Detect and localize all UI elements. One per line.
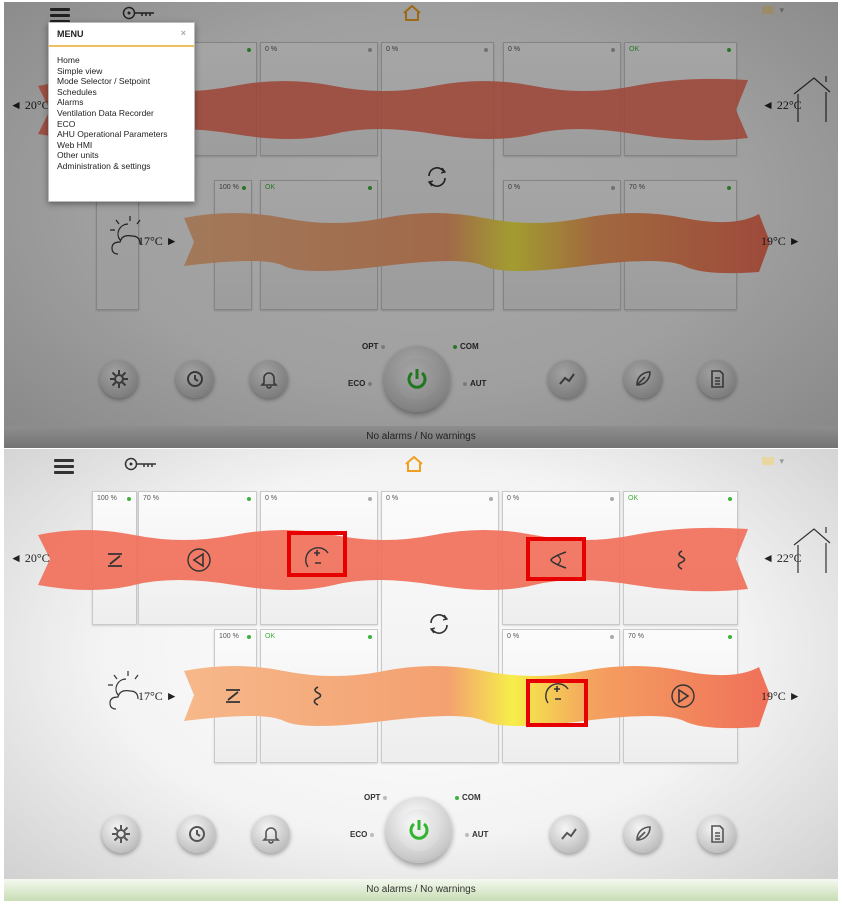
extract-fan-icon[interactable] bbox=[184, 545, 214, 575]
status-dot bbox=[368, 635, 372, 639]
weather-icon bbox=[108, 671, 139, 710]
tile-value: 100 % bbox=[97, 495, 117, 502]
menu-item-eco[interactable]: ECO bbox=[57, 119, 186, 130]
settings-button[interactable] bbox=[102, 815, 140, 853]
main-menu: MENU × Home Simple view Mode Selector / S… bbox=[48, 22, 195, 202]
mode-eco-label: ECO bbox=[350, 830, 368, 839]
menu-item-alarms[interactable]: Alarms bbox=[57, 97, 186, 108]
status-dot bbox=[489, 497, 493, 501]
close-icon[interactable]: × bbox=[181, 28, 186, 38]
highlight-heat-recovery bbox=[287, 531, 347, 577]
menu-item-home[interactable]: Home bbox=[57, 55, 186, 66]
highlight-heater bbox=[526, 679, 588, 727]
tile-value: 0 % bbox=[507, 633, 520, 640]
mode-aut-dot bbox=[465, 832, 469, 837]
history-button[interactable] bbox=[178, 815, 216, 853]
mode-opt-dot bbox=[383, 795, 388, 800]
status-dot bbox=[610, 497, 614, 501]
home-icon[interactable] bbox=[404, 455, 424, 473]
tile-value: 0 % bbox=[265, 495, 278, 502]
menu-item-simple-view[interactable]: Simple view bbox=[57, 66, 186, 77]
extract-temp: ◄ 20°C bbox=[10, 551, 50, 565]
menu-item-administration[interactable]: Administration & settings bbox=[57, 161, 186, 172]
menu-item-schedules[interactable]: Schedules bbox=[57, 87, 186, 98]
trend-button[interactable] bbox=[550, 815, 588, 853]
supply-filter-icon[interactable] bbox=[302, 681, 332, 711]
language-flag-icon[interactable] bbox=[762, 457, 774, 465]
mode-opt[interactable]: OPT bbox=[364, 793, 390, 802]
power-icon bbox=[409, 820, 429, 840]
status-dot bbox=[728, 497, 732, 501]
outdoor-damper-icon[interactable] bbox=[218, 681, 248, 711]
screen-menu-open: ▾ 100 % 70 % 0 % 0 % 0 % OK 100 % OK 0 %… bbox=[4, 2, 838, 448]
tile-value: 70 % bbox=[628, 633, 644, 640]
power-button-face bbox=[398, 809, 440, 851]
leaf-icon bbox=[636, 826, 651, 841]
chevron-down-icon[interactable]: ▾ bbox=[779, 456, 784, 467]
menu-header: MENU × bbox=[49, 23, 194, 47]
status-dot bbox=[247, 497, 251, 501]
key-icon[interactable] bbox=[124, 457, 158, 471]
damper-icon[interactable] bbox=[100, 545, 130, 575]
menu-item-ahu-parameters[interactable]: AHU Operational Parameters bbox=[57, 129, 186, 140]
status-dot bbox=[368, 497, 372, 501]
document-icon bbox=[711, 825, 724, 843]
house-icon bbox=[793, 527, 831, 573]
trend-icon bbox=[561, 828, 577, 840]
highlight-cooler bbox=[526, 537, 586, 581]
mode-aut-label: AUT bbox=[472, 830, 489, 839]
supply-temp: 19°C ► bbox=[761, 689, 801, 703]
rotor-icon[interactable] bbox=[424, 609, 454, 639]
top-bar: ▾ bbox=[4, 449, 838, 481]
eco-button[interactable] bbox=[624, 815, 662, 853]
status-dot bbox=[610, 635, 614, 639]
menu-item-other-units[interactable]: Other units bbox=[57, 150, 186, 161]
mode-com-dot bbox=[455, 795, 459, 800]
menu-item-web-hmi[interactable]: Web HMI bbox=[57, 140, 186, 151]
filter-icon[interactable] bbox=[666, 545, 696, 575]
mode-eco-dot bbox=[370, 832, 375, 837]
tile-value: 100 % bbox=[219, 633, 239, 640]
menu-item-ventilation-recorder[interactable]: Ventilation Data Recorder bbox=[57, 108, 186, 119]
mode-com-label: COM bbox=[462, 793, 481, 802]
gear-icon bbox=[112, 825, 130, 843]
menu-title: MENU bbox=[57, 29, 84, 39]
tile-value: 70 % bbox=[143, 495, 159, 502]
power-button[interactable] bbox=[386, 797, 452, 863]
tile-value: OK bbox=[628, 495, 639, 502]
tile-value: 0 % bbox=[386, 495, 399, 502]
screen-main-view: ▾ 100 % 70 % 0 % 0 % 0 % OK 100 % OK 0 %… bbox=[4, 449, 838, 901]
tile-value: OK bbox=[265, 633, 276, 640]
mode-com[interactable]: COM bbox=[452, 793, 481, 802]
menu-item-mode-selector[interactable]: Mode Selector / Setpoint bbox=[57, 76, 186, 87]
mode-aut[interactable]: AUT bbox=[462, 830, 488, 839]
history-icon bbox=[189, 826, 205, 842]
supply-fan-icon[interactable] bbox=[668, 681, 698, 711]
status-dot bbox=[127, 497, 131, 501]
menu-list: Home Simple view Mode Selector / Setpoin… bbox=[49, 47, 194, 172]
mode-eco[interactable]: ECO bbox=[350, 830, 377, 839]
status-dot bbox=[728, 635, 732, 639]
report-button[interactable] bbox=[698, 815, 736, 853]
tile-value: 0 % bbox=[507, 495, 520, 502]
mode-opt-label: OPT bbox=[364, 793, 381, 802]
hamburger-icon[interactable] bbox=[54, 459, 74, 474]
alarms-button[interactable] bbox=[252, 815, 290, 853]
bell-icon bbox=[262, 827, 280, 844]
status-bar: No alarms / No warnings bbox=[4, 879, 838, 901]
status-dot bbox=[247, 635, 251, 639]
